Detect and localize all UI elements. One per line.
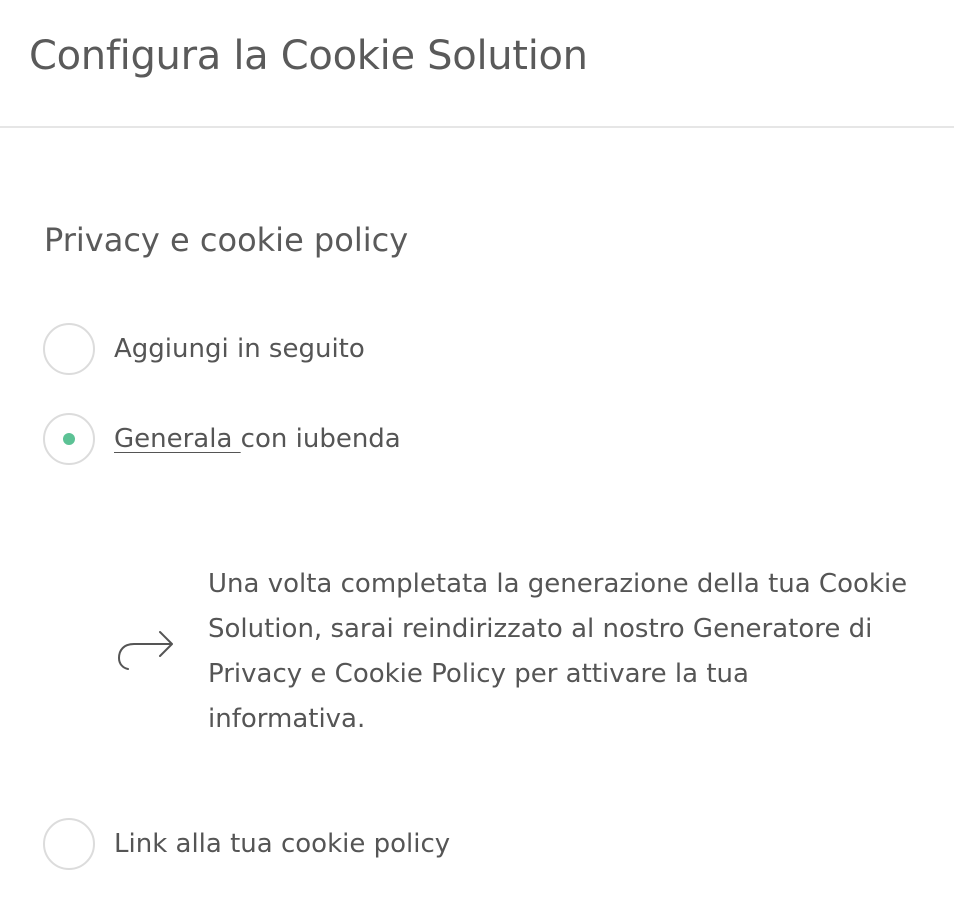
option-label: Generala con iubenda: [114, 422, 401, 456]
radio-selected-dot: [63, 433, 75, 445]
info-text: Una volta completata la generazione dell…: [208, 569, 908, 734]
option-label-rest: con iubenda: [240, 424, 401, 454]
section-title: Privacy e cookie policy: [44, 221, 409, 259]
radio-option-link-cookie-policy[interactable]: Link alla tua cookie policy: [43, 816, 450, 872]
page-title: Configura la Cookie Solution: [29, 33, 588, 79]
redirect-arrow-icon: [118, 631, 173, 670]
radio-option-aggiungi-in-seguito[interactable]: Aggiungi in seguito: [43, 321, 365, 377]
radio-button-selected[interactable]: [43, 413, 95, 465]
header: Configura la Cookie Solution: [0, 0, 954, 128]
radio-option-generala-con-iubenda[interactable]: Generala con iubenda: [43, 411, 401, 467]
generala-link[interactable]: Generala: [114, 424, 241, 454]
option-label: Link alla tua cookie policy: [114, 829, 451, 859]
radio-button[interactable]: [43, 818, 95, 870]
radio-button[interactable]: [43, 323, 95, 375]
option-label: Aggiungi in seguito: [114, 334, 365, 364]
